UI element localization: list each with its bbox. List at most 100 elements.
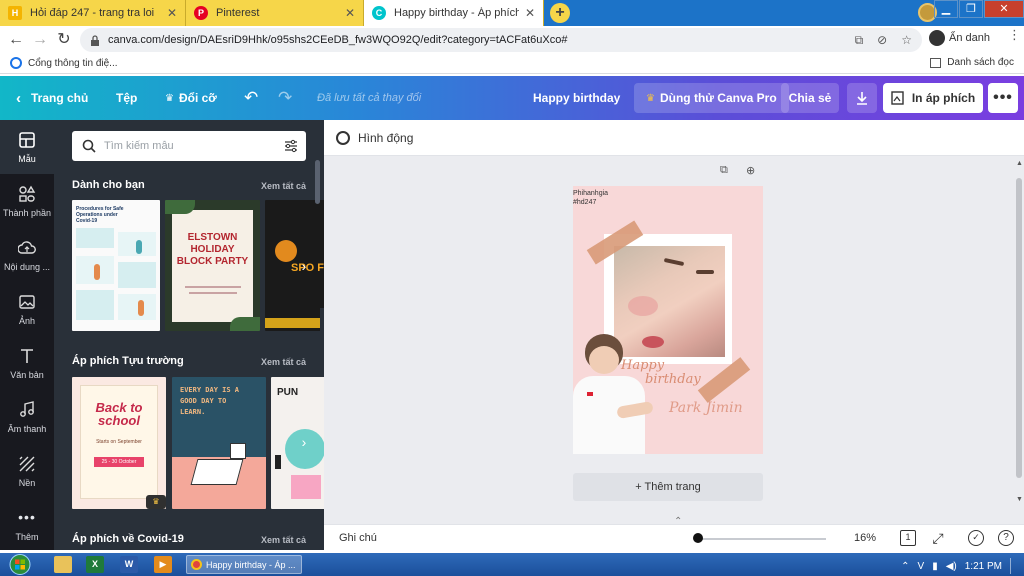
windows-start-icon[interactable] bbox=[5, 553, 35, 576]
canva-favicon-icon: C bbox=[372, 6, 386, 20]
media-player-icon[interactable]: ▶ bbox=[154, 556, 172, 573]
template-thumb-covid[interactable]: Procedures for Safe Operations under Cov… bbox=[72, 200, 160, 331]
network-icon[interactable]: ▮ bbox=[932, 561, 938, 572]
template-icon bbox=[19, 131, 35, 148]
resize-button[interactable]: ♛ Đổi cỡ bbox=[165, 76, 217, 120]
see-all-link[interactable]: Xem tất cả bbox=[261, 357, 306, 367]
poster-tag-line: #hd247 bbox=[573, 199, 597, 206]
background-icon bbox=[19, 456, 35, 471]
rail-item-uploads[interactable]: Nội dung ... bbox=[0, 228, 54, 282]
tab-pinterest[interactable]: P Pinterest ✕ bbox=[186, 0, 364, 26]
carousel-next-icon[interactable]: › bbox=[295, 433, 313, 451]
section-title: Áp phích về Covid-19 bbox=[72, 533, 184, 545]
zoom-slider[interactable] bbox=[696, 538, 826, 540]
rail-label: Nội dung ... bbox=[3, 261, 51, 272]
reload-icon[interactable]: ↻ bbox=[54, 30, 74, 50]
notes-button[interactable]: Ghi chú bbox=[339, 532, 377, 544]
new-tab-plus-icon[interactable]: + bbox=[550, 3, 570, 23]
url-omnibox[interactable]: canva.com/design/DAEsriD9Hhk/o95shs2CEeD… bbox=[80, 28, 922, 52]
tracking-off-icon[interactable]: ⊘ bbox=[877, 33, 887, 48]
add-page-icon[interactable]: ⊕ bbox=[746, 164, 758, 177]
filter-sliders-icon[interactable] bbox=[284, 139, 298, 153]
print-poster-button[interactable]: In áp phích bbox=[883, 83, 983, 113]
resize-label: Đổi cỡ bbox=[178, 91, 217, 105]
fullscreen-icon[interactable]: ⤢ bbox=[930, 530, 946, 546]
close-window-icon[interactable]: ✕ bbox=[984, 0, 1024, 18]
help-icon[interactable]: ? bbox=[998, 530, 1014, 546]
taskbar-chrome-window[interactable]: Happy birthday - Áp ... bbox=[186, 555, 302, 574]
thumb-date: 25 - 30 October bbox=[94, 457, 144, 467]
page-count-button[interactable]: 1 bbox=[900, 530, 916, 546]
check-design-icon[interactable]: ✓ bbox=[968, 530, 984, 546]
tab-title: Hỏi đáp 247 - trang tra loi bbox=[30, 7, 155, 19]
bookmark-star-icon[interactable]: ☆ bbox=[901, 33, 912, 48]
see-all-link[interactable]: Xem tất cả bbox=[261, 535, 306, 545]
design-title[interactable]: Happy birthday bbox=[533, 76, 620, 120]
thumb-title: PUN bbox=[277, 387, 299, 398]
search-input[interactable] bbox=[104, 140, 274, 152]
home-link[interactable]: ‹ Trang chủ bbox=[16, 76, 88, 120]
copy-icon[interactable]: ⧉ bbox=[855, 33, 864, 48]
chrome-icon bbox=[191, 559, 202, 570]
browser-menu-icon[interactable]: ⋮ bbox=[1008, 28, 1021, 41]
back-arrow-icon[interactable]: ← bbox=[6, 30, 26, 50]
incognito-icon bbox=[929, 30, 945, 46]
rail-item-background[interactable]: Nền bbox=[0, 444, 54, 498]
reading-list-icon bbox=[930, 57, 942, 68]
rail-item-text[interactable]: Văn bản bbox=[0, 336, 54, 390]
rail-label: Âm thanh bbox=[7, 423, 47, 434]
redo-icon[interactable]: ↷ bbox=[278, 76, 292, 120]
poster-canvas[interactable]: Phihanhgia #hd247 Happy birthday Park Ji… bbox=[573, 186, 763, 454]
zoom-slider-knob[interactable] bbox=[693, 533, 703, 543]
add-page-button[interactable]: + Thêm trang bbox=[573, 473, 763, 501]
animate-button[interactable]: Hình động bbox=[358, 131, 413, 145]
template-search[interactable] bbox=[72, 131, 306, 161]
crown-icon: ♛ bbox=[165, 92, 174, 104]
show-desktop-icon[interactable] bbox=[1010, 558, 1016, 574]
tab-canva[interactable]: C Happy birthday - Áp phích ✕ bbox=[364, 0, 544, 26]
close-tab-icon[interactable]: ✕ bbox=[167, 6, 177, 20]
rail-item-more[interactable]: ••• Thêm bbox=[0, 498, 54, 552]
upload-cloud-icon bbox=[18, 240, 36, 254]
panel-scrollbar[interactable] bbox=[315, 160, 320, 204]
share-button[interactable]: Chia sẻ bbox=[781, 83, 839, 113]
rail-item-elements[interactable]: Thành phần bbox=[0, 174, 54, 228]
see-all-link[interactable]: Xem tất cả bbox=[261, 181, 306, 191]
restore-icon[interactable]: ❐ bbox=[959, 0, 983, 18]
more-options-icon[interactable]: ••• bbox=[988, 83, 1018, 113]
page-tools: ⧉ ⊕ bbox=[720, 164, 758, 177]
thumb-illustration bbox=[76, 228, 156, 324]
tab-hoidap[interactable]: H Hỏi đáp 247 - trang tra loi ✕ bbox=[0, 0, 186, 26]
carousel-next-icon[interactable]: › bbox=[295, 257, 313, 275]
save-status: Đã lưu tất cả thay đổi bbox=[317, 92, 422, 104]
volume-icon[interactable]: ◀) bbox=[946, 561, 957, 572]
close-tab-icon[interactable]: ✕ bbox=[525, 6, 535, 20]
template-thumb-holiday[interactable]: ELSTOWN HOLIDAY BLOCK PARTY bbox=[165, 200, 260, 331]
reading-list[interactable]: Danh sách đọc bbox=[930, 57, 1014, 68]
incognito-indicator[interactable]: Ẩn danh bbox=[929, 30, 990, 46]
template-thumb-school[interactable]: Back to school Starts on September 25 - … bbox=[72, 377, 166, 509]
workspace-scrollbar[interactable]: ▲ ▼ bbox=[1016, 160, 1023, 540]
file-menu[interactable]: Tệp bbox=[116, 76, 137, 120]
minimize-icon[interactable]: ▁ bbox=[934, 0, 958, 18]
rail-item-photos[interactable]: Ảnh bbox=[0, 282, 54, 336]
word-app-icon[interactable]: W bbox=[120, 556, 138, 573]
section-title: Áp phích Tựu trường bbox=[72, 355, 184, 367]
close-tab-icon[interactable]: ✕ bbox=[345, 6, 355, 20]
download-icon bbox=[857, 92, 867, 105]
template-thumb-everyday[interactable]: EVERY DAY IS A GOOD DAY TO LEARN. bbox=[172, 377, 266, 509]
download-button[interactable] bbox=[847, 83, 877, 113]
undo-icon[interactable]: ↶ bbox=[244, 76, 258, 120]
language-indicator[interactable]: V bbox=[918, 561, 925, 572]
tray-expand-icon[interactable]: ⌃ bbox=[901, 561, 909, 572]
explorer-app-icon[interactable] bbox=[54, 556, 72, 573]
duplicate-page-icon[interactable]: ⧉ bbox=[720, 164, 732, 176]
clock[interactable]: 1:21 PM bbox=[965, 561, 1002, 572]
bookmark-portal[interactable]: Cổng thông tin điệ... bbox=[10, 57, 118, 69]
try-pro-button[interactable]: ♛ Dùng thử Canva Pro bbox=[634, 83, 789, 113]
rail-item-audio[interactable]: Âm thanh bbox=[0, 390, 54, 444]
excel-app-icon[interactable]: X bbox=[86, 556, 104, 573]
forward-arrow-icon[interactable]: → bbox=[30, 30, 50, 50]
rail-item-templates[interactable]: Mẫu bbox=[0, 120, 54, 174]
zoom-level[interactable]: 16% bbox=[854, 532, 876, 544]
